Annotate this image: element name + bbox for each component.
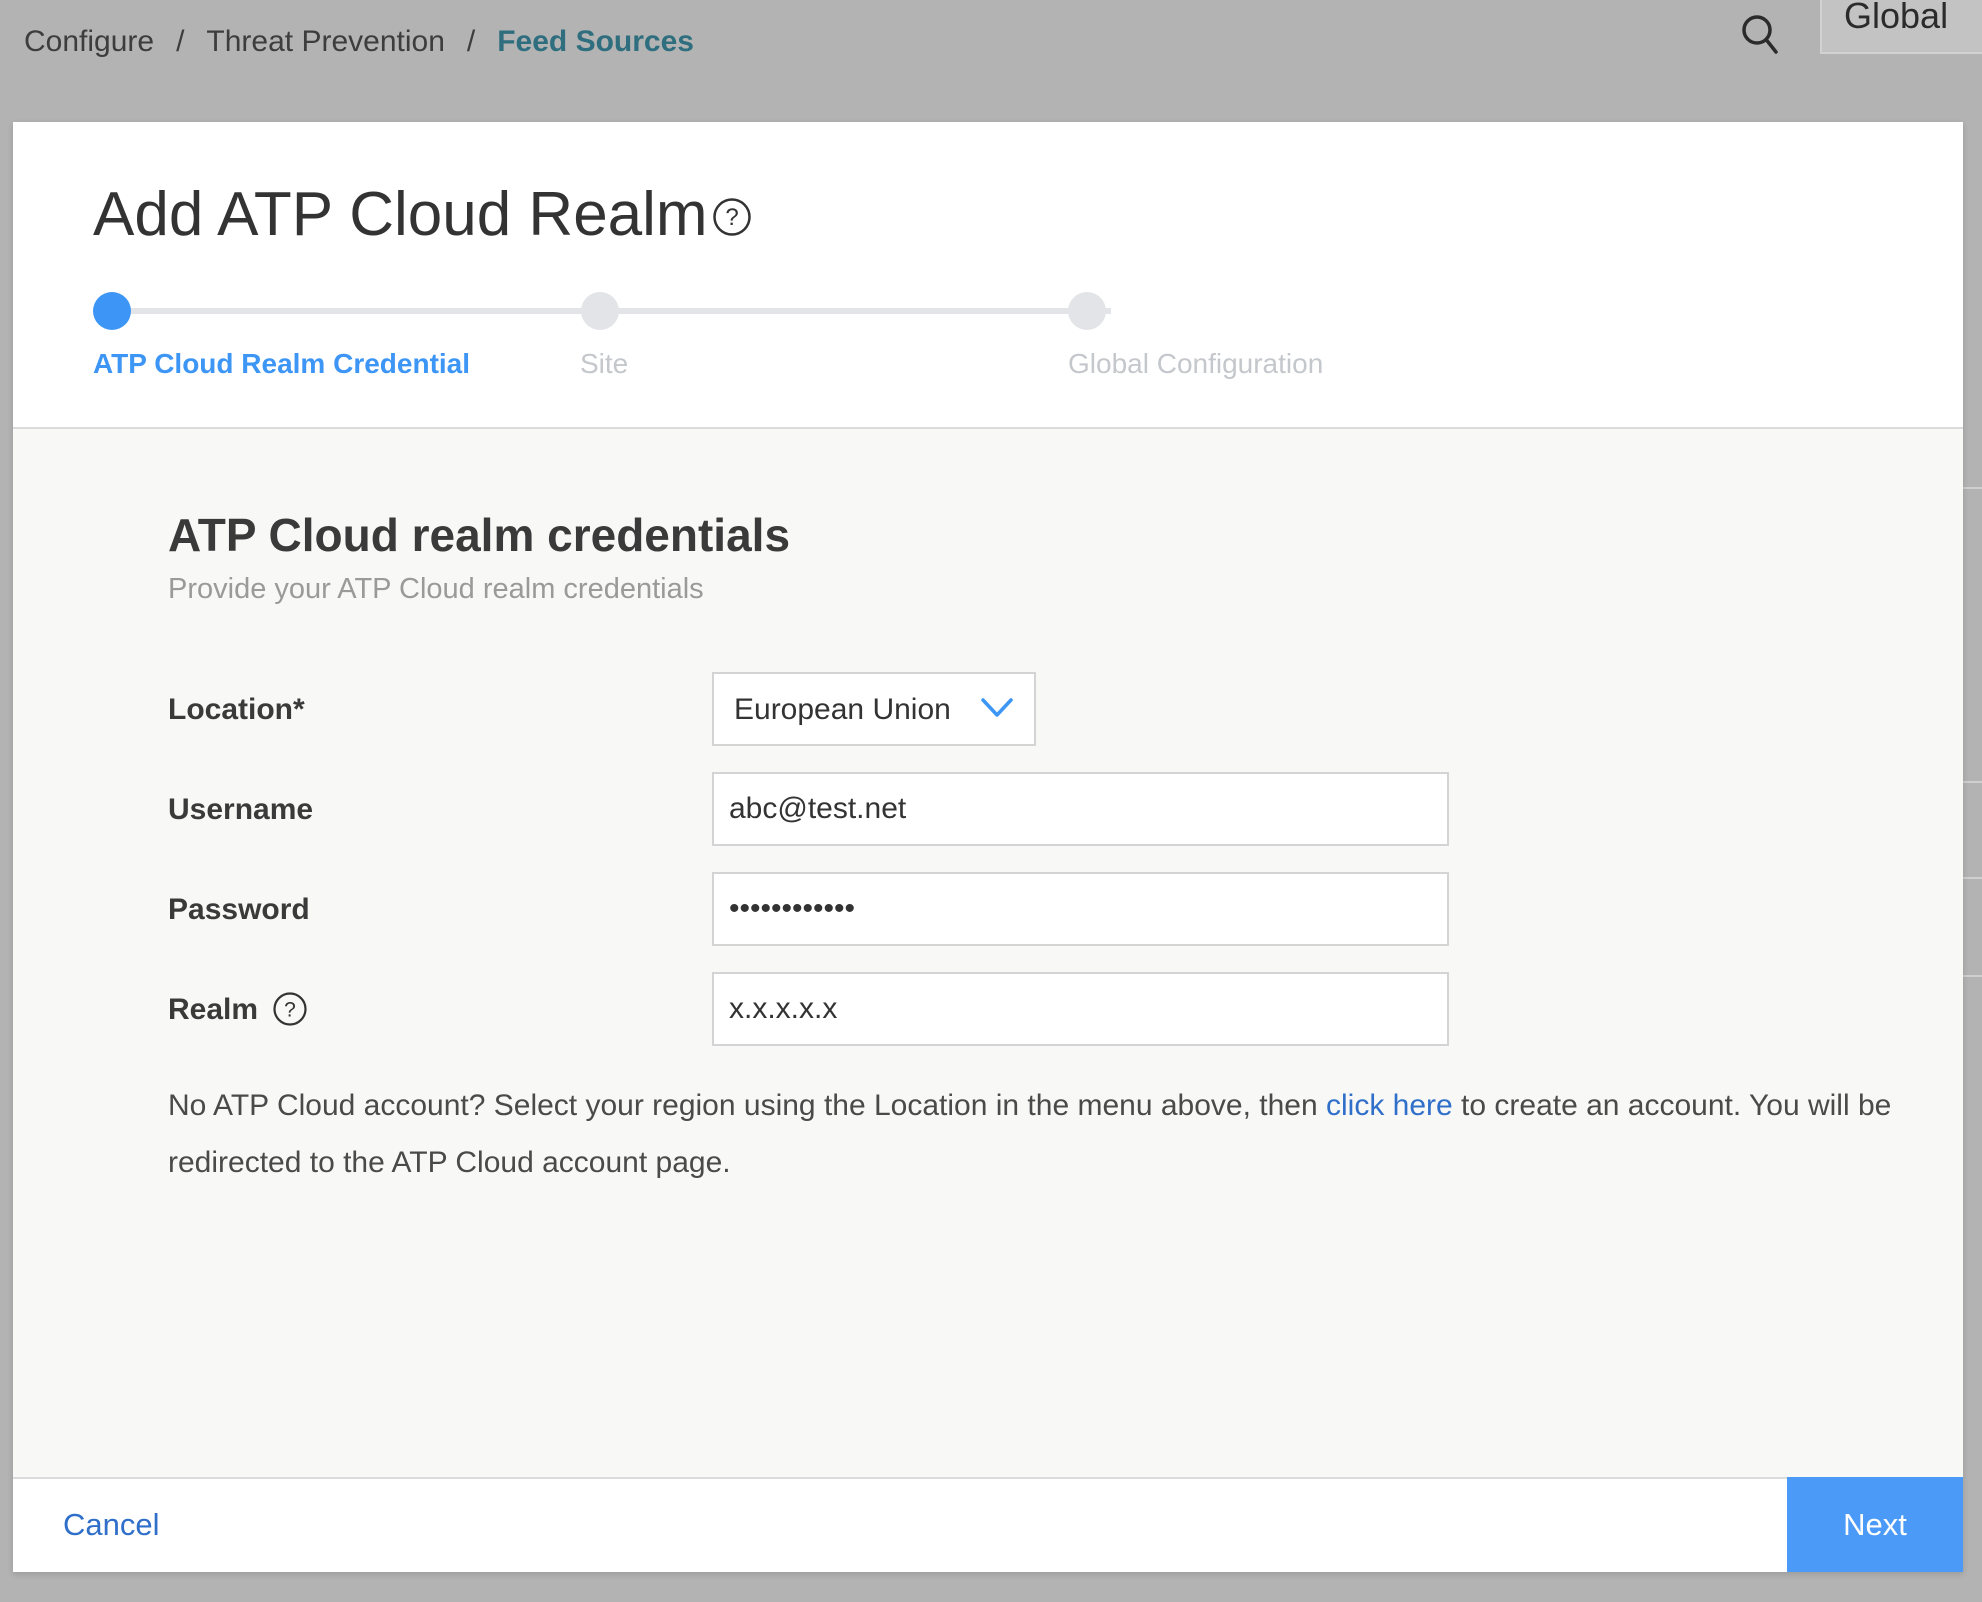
chevron-down-icon: [981, 698, 1013, 717]
cancel-button[interactable]: Cancel: [63, 1505, 160, 1545]
help-circle-icon[interactable]: ?: [712, 197, 752, 237]
breadcrumb-separator: /: [466, 25, 476, 58]
section-subtitle: Provide your ATP Cloud realm credentials: [168, 573, 704, 605]
background-divider: [1962, 487, 1982, 489]
search-icon[interactable]: [1740, 12, 1780, 56]
location-selected-value: European Union: [734, 693, 951, 726]
location-label: Location*: [168, 693, 305, 726]
dialog-body: ATP Cloud realm credentials Provide your…: [13, 429, 1963, 1477]
password-label: Password: [168, 893, 310, 926]
username-label: Username: [168, 793, 314, 826]
create-account-link[interactable]: click here: [1326, 1089, 1453, 1122]
realm-label: Realm: [168, 993, 259, 1026]
breadcrumb-item-configure[interactable]: Configure: [24, 25, 154, 58]
scope-label: Global: [1844, 0, 1949, 36]
step-label-credential: ATP Cloud Realm Credential: [93, 348, 471, 379]
breadcrumb-current: Feed Sources: [497, 25, 694, 58]
dialog-header: Add ATP Cloud Realm ? ATP Cloud Realm Cr…: [13, 122, 1963, 429]
help-circle-icon[interactable]: ?: [272, 991, 308, 1027]
breadcrumb-item-threat-prevention[interactable]: Threat Prevention: [206, 25, 444, 58]
account-help-text: No ATP Cloud account? Select your region…: [168, 1077, 1928, 1191]
realm-input[interactable]: [712, 972, 1449, 1046]
location-select[interactable]: European Union: [712, 672, 1036, 746]
breadcrumb-separator: /: [176, 25, 185, 58]
step-label-site: Site: [580, 348, 629, 379]
step-dot-global-configuration: [1068, 292, 1106, 330]
background-divider: [1962, 877, 1982, 879]
step-dot-site: [581, 292, 619, 330]
svg-text:?: ?: [725, 204, 738, 231]
section-title: ATP Cloud realm credentials: [168, 509, 791, 561]
background-divider: [1962, 975, 1982, 977]
scope-selector[interactable]: Global: [1820, 0, 1982, 54]
next-button[interactable]: Next: [1787, 1477, 1963, 1572]
username-input[interactable]: [712, 772, 1449, 846]
add-realm-dialog: Add ATP Cloud Realm ? ATP Cloud Realm Cr…: [13, 122, 1963, 1572]
svg-text:?: ?: [284, 999, 296, 1022]
help-text-before-link: No ATP Cloud account? Select your region…: [168, 1089, 1326, 1122]
top-bar: Configure / Threat Prevention / Feed Sources…: [0, 0, 1982, 110]
breadcrumb: Configure / Threat Prevention / Feed Sources: [24, 22, 694, 62]
dialog-footer: Cancel Next: [13, 1477, 1963, 1572]
step-dot-credential: [93, 292, 131, 330]
password-input[interactable]: [712, 872, 1449, 946]
dialog-title: Add ATP Cloud Realm: [93, 180, 708, 249]
background-divider: [1962, 781, 1982, 783]
step-label-global-configuration: Global Configuration: [1068, 348, 1324, 379]
